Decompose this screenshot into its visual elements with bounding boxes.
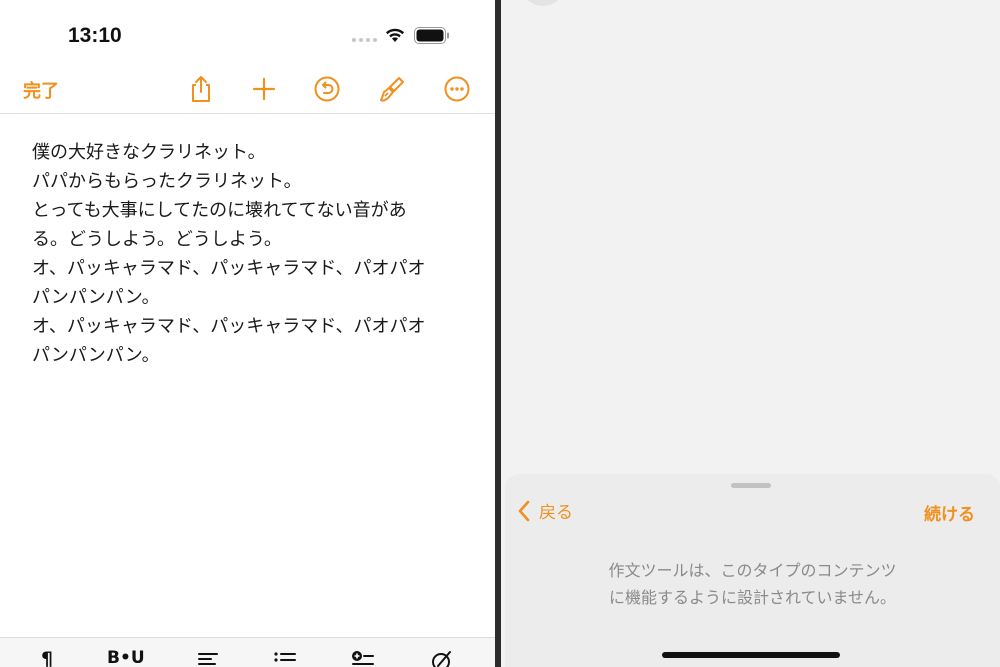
- document-line: オ、パッキャラマド、パッキャラマド、パオパオ: [32, 258, 426, 279]
- text-style-icon[interactable]: B•U: [107, 648, 145, 667]
- wifi-icon: [386, 28, 404, 42]
- document-line: オ、パッキャラマド、パッキャラマド、パオパオ: [32, 316, 426, 337]
- share-icon[interactable]: [186, 74, 216, 104]
- paragraph-icon[interactable]: ¶: [41, 648, 53, 667]
- signal-icon: [352, 38, 377, 42]
- home-indicator[interactable]: [662, 652, 840, 658]
- list-icon[interactable]: [273, 650, 297, 667]
- plus-icon[interactable]: [249, 74, 279, 104]
- message-line: に機能するように設計されていません。: [608, 588, 897, 607]
- done-button[interactable]: 完了: [23, 77, 59, 103]
- sheet-grabber[interactable]: [731, 483, 771, 488]
- battery-icon: [414, 27, 449, 44]
- writing-tools-sheet: 戻る 続ける 作文ツールは、このタイプのコンテンツ に機能するように設計されてい…: [505, 474, 1000, 667]
- document-line: パパからもらったクラリネット。: [32, 171, 302, 192]
- writing-tools-panel: 戻る 続ける 作文ツールは、このタイプのコンテンツ に機能するように設計されてい…: [501, 0, 1000, 667]
- continue-button[interactable]: 続ける: [924, 500, 975, 525]
- blurred-element: [523, 0, 563, 6]
- editor-panel: 13:10 完了 僕の大好きなクラリネット。 パパからもらったクラリネット。 と…: [0, 0, 495, 667]
- insert-icon[interactable]: [351, 650, 375, 667]
- back-button[interactable]: 戻る: [517, 498, 573, 523]
- document-line: とっても大事にしてたのに壊れててない音があ: [32, 200, 407, 221]
- status-time: 13:10: [68, 24, 122, 47]
- document-line: る。どうしよう。どうしよう。: [32, 229, 282, 250]
- unsupported-message: 作文ツールは、このタイプのコンテンツ に機能するように設計されていません。: [505, 557, 1000, 611]
- undo-icon[interactable]: [312, 74, 342, 104]
- brush-icon[interactable]: [377, 74, 407, 104]
- message-line: 作文ツールは、このタイプのコンテンツ: [608, 561, 897, 580]
- chevron-left-icon: [518, 500, 530, 521]
- align-icon[interactable]: [197, 650, 221, 667]
- format-toolbar: ¶ B•U: [0, 637, 495, 667]
- document-line: パンパンパン。: [32, 287, 160, 308]
- back-label: 戻る: [539, 503, 573, 523]
- document-line: パンパンパン。: [32, 345, 160, 366]
- toolbar-divider: [0, 113, 495, 114]
- markup-icon[interactable]: [430, 650, 454, 667]
- document-line: 僕の大好きなクラリネット。: [32, 142, 266, 163]
- more-icon[interactable]: [442, 74, 472, 104]
- document-body[interactable]: 僕の大好きなクラリネット。 パパからもらったクラリネット。 とっても大事にしてた…: [32, 138, 452, 370]
